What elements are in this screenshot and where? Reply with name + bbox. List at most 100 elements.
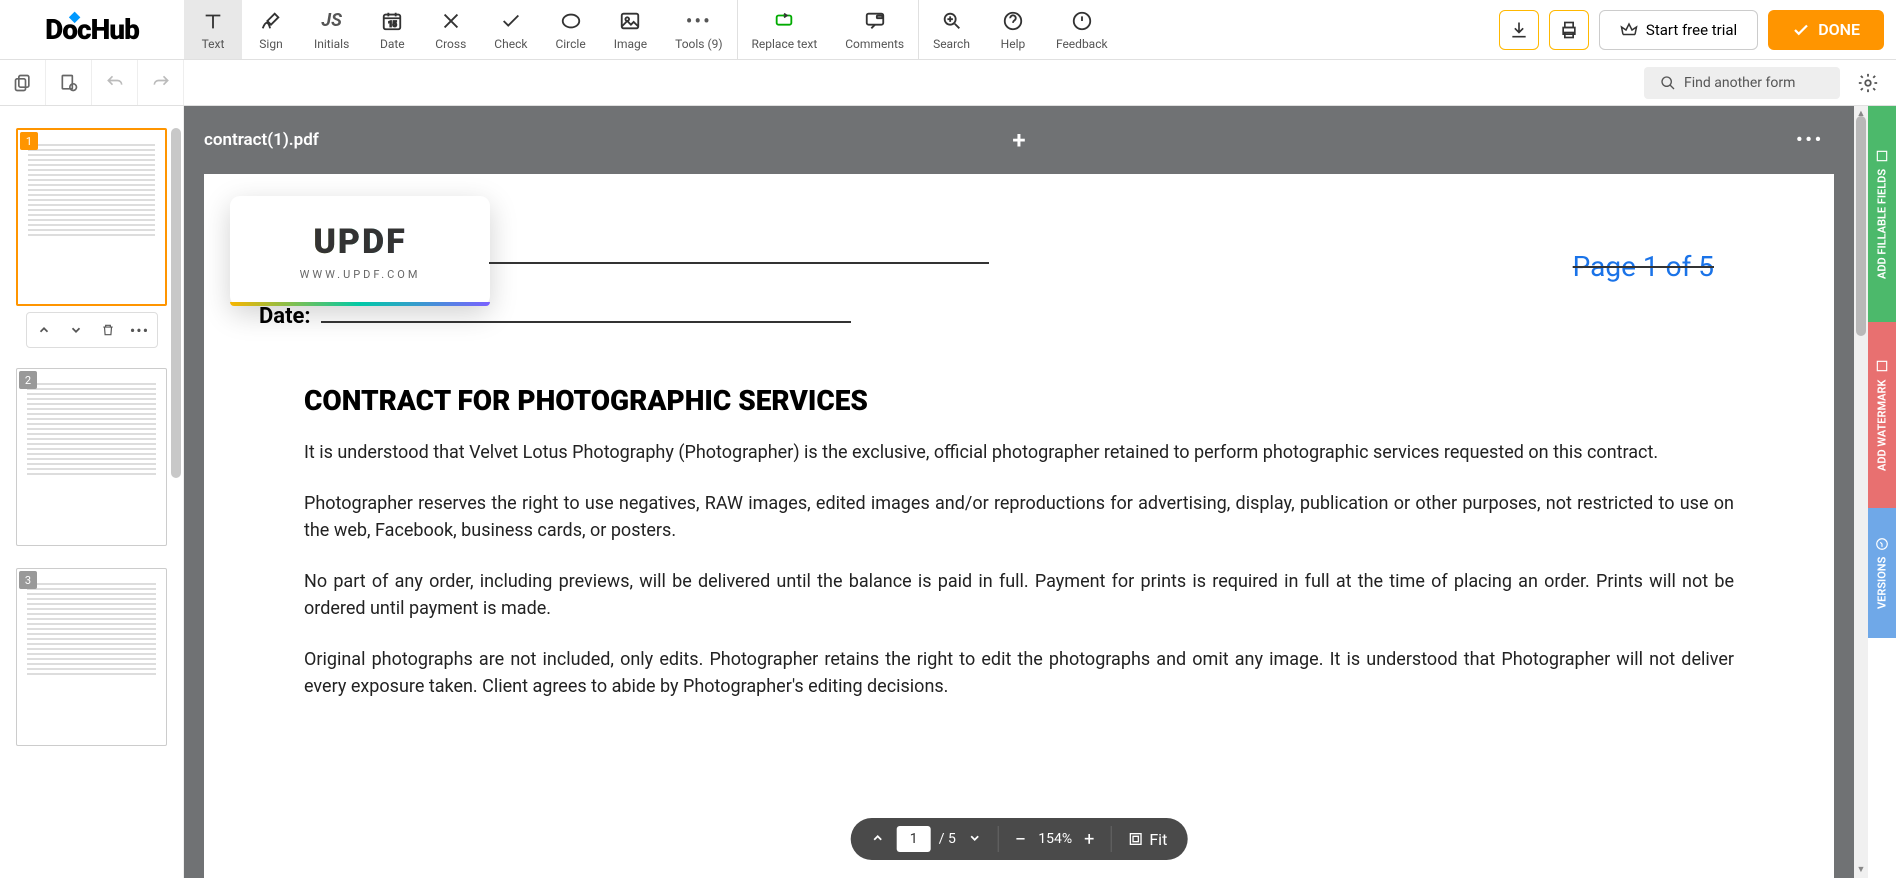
thumbnail-page-1[interactable]: 1 bbox=[16, 128, 167, 306]
watermark-name: UPDF bbox=[309, 222, 410, 262]
header-line bbox=[489, 262, 989, 264]
cross-tool[interactable]: Cross bbox=[421, 0, 480, 59]
tab-label: VERSIONS bbox=[1876, 557, 1889, 609]
page-down-button[interactable] bbox=[964, 826, 986, 853]
zoom-in-button[interactable]: + bbox=[1080, 825, 1098, 854]
thumb-move-up[interactable] bbox=[31, 317, 57, 343]
gear-icon bbox=[1857, 72, 1879, 94]
app-logo[interactable]: Do◆cHub bbox=[0, 13, 184, 46]
initials-tool[interactable]: JS Initials bbox=[300, 0, 363, 59]
image-tool-label: Image bbox=[614, 37, 647, 51]
add-page-button[interactable]: + bbox=[1012, 126, 1025, 154]
add-watermark-tab[interactable]: ADD WATERMARK bbox=[1868, 322, 1896, 508]
search-icon bbox=[1660, 75, 1676, 91]
more-icon: ••• bbox=[686, 9, 712, 33]
date-tool-label: Date bbox=[380, 37, 405, 51]
calendar-icon: 15 bbox=[381, 9, 403, 33]
image-tool[interactable]: Image bbox=[600, 0, 661, 59]
scroll-down-arrow[interactable]: ▼ bbox=[1855, 864, 1867, 876]
print-button[interactable] bbox=[1549, 10, 1589, 50]
thumbnail-actions: ••• bbox=[26, 312, 158, 348]
cross-icon bbox=[440, 9, 462, 33]
initials-icon: JS bbox=[321, 9, 342, 33]
print-icon bbox=[1559, 20, 1579, 40]
page-settings-button[interactable] bbox=[46, 60, 92, 105]
crown-icon bbox=[1620, 21, 1638, 39]
replace-icon bbox=[773, 9, 795, 33]
help-label: Help bbox=[1001, 37, 1026, 51]
done-label: DONE bbox=[1818, 20, 1860, 39]
svg-text:15: 15 bbox=[389, 19, 397, 28]
document-filename: contract(1).pdf bbox=[204, 130, 319, 150]
replace-text-label: Replace text bbox=[752, 37, 818, 51]
start-trial-button[interactable]: Start free trial bbox=[1599, 10, 1758, 50]
settings-button[interactable] bbox=[1850, 65, 1886, 101]
date-label: Date: bbox=[259, 304, 311, 329]
page-total: / 5 bbox=[939, 831, 956, 847]
thumbnail-page-3[interactable]: 3 bbox=[16, 568, 167, 746]
help-icon bbox=[1002, 9, 1024, 33]
thumb-move-down[interactable] bbox=[63, 317, 89, 343]
paragraph: Photographer reserves the right to use n… bbox=[304, 490, 1734, 544]
watermark-url: WWW.UPDF.COM bbox=[300, 268, 421, 281]
tab-label: ADD FILLABLE FIELDS bbox=[1876, 169, 1889, 279]
thumb-delete[interactable] bbox=[95, 317, 121, 343]
history-icon bbox=[1875, 537, 1889, 551]
zoom-controls: 1 / 5 − 154% + Fit bbox=[851, 818, 1188, 860]
watermark-badge: UPDF WWW.UPDF.COM bbox=[230, 196, 490, 306]
date-tool[interactable]: 15 Date bbox=[363, 0, 421, 59]
feedback-tool[interactable]: Feedback bbox=[1042, 0, 1122, 59]
circle-icon bbox=[560, 9, 582, 33]
tools-menu[interactable]: ••• Tools (9) bbox=[661, 0, 736, 59]
trial-label: Start free trial bbox=[1646, 21, 1737, 39]
feedback-icon bbox=[1071, 9, 1093, 33]
undo-icon bbox=[105, 73, 125, 93]
download-button[interactable] bbox=[1499, 10, 1539, 50]
check-tool[interactable]: Check bbox=[480, 0, 541, 59]
thumbnail-scrollbar[interactable] bbox=[171, 128, 181, 478]
checkmark-icon bbox=[1792, 21, 1810, 39]
page-number-input[interactable]: 1 bbox=[897, 826, 931, 852]
redo-button[interactable] bbox=[138, 60, 184, 105]
canvas-scrollbar[interactable]: ▲ ▼ bbox=[1854, 106, 1868, 878]
paragraph: It is understood that Velvet Lotus Photo… bbox=[304, 439, 1734, 466]
pages-panel-toggle[interactable] bbox=[0, 60, 46, 105]
search-icon bbox=[941, 9, 963, 33]
comments-tool[interactable]: Comments bbox=[831, 0, 918, 59]
scrollbar-thumb[interactable] bbox=[1856, 116, 1866, 336]
fit-button[interactable]: Fit bbox=[1123, 826, 1171, 853]
chevron-down-icon bbox=[69, 323, 83, 337]
replace-text-tool[interactable]: Replace text bbox=[738, 0, 832, 59]
versions-tab[interactable]: VERSIONS bbox=[1868, 508, 1896, 638]
text-icon bbox=[202, 9, 224, 33]
circle-tool[interactable]: Circle bbox=[541, 0, 599, 59]
document-heading: CONTRACT FOR PHOTOGRAPHIC SERVICES bbox=[304, 384, 1734, 417]
text-tool[interactable]: Text bbox=[184, 0, 242, 59]
thumb-more[interactable]: ••• bbox=[127, 317, 153, 343]
dots-icon: ••• bbox=[130, 321, 149, 340]
search-tool[interactable]: Search bbox=[919, 0, 984, 59]
fit-label: Fit bbox=[1149, 830, 1167, 849]
page-up-button[interactable] bbox=[867, 826, 889, 853]
add-fillable-fields-tab[interactable]: ADD FILLABLE FIELDS bbox=[1868, 106, 1896, 322]
find-form-label: Find another form bbox=[1684, 75, 1795, 91]
document-more-button[interactable]: ••• bbox=[1796, 130, 1824, 150]
page-indicator: Page 1 of 5 bbox=[1573, 250, 1714, 283]
zoom-percent: 154% bbox=[1038, 831, 1072, 847]
sign-icon bbox=[260, 9, 282, 33]
page-gear-icon bbox=[59, 73, 79, 93]
find-form-button[interactable]: Find another form bbox=[1644, 67, 1840, 99]
comments-label: Comments bbox=[845, 37, 904, 51]
text-tool-label: Text bbox=[202, 37, 225, 51]
undo-button[interactable] bbox=[92, 60, 138, 105]
search-label: Search bbox=[933, 37, 970, 51]
thumbnail-page-2[interactable]: 2 bbox=[16, 368, 167, 546]
document-page[interactable]: UPDF WWW.UPDF.COM Page 1 of 5 Date: CONT… bbox=[204, 174, 1834, 878]
zoom-out-button[interactable]: − bbox=[1011, 823, 1030, 855]
sign-tool[interactable]: Sign bbox=[242, 0, 300, 59]
done-button[interactable]: DONE bbox=[1768, 10, 1884, 50]
feedback-label: Feedback bbox=[1056, 37, 1108, 51]
thumb-number: 1 bbox=[20, 132, 38, 150]
help-tool[interactable]: Help bbox=[984, 0, 1042, 59]
initials-tool-label: Initials bbox=[314, 37, 349, 51]
